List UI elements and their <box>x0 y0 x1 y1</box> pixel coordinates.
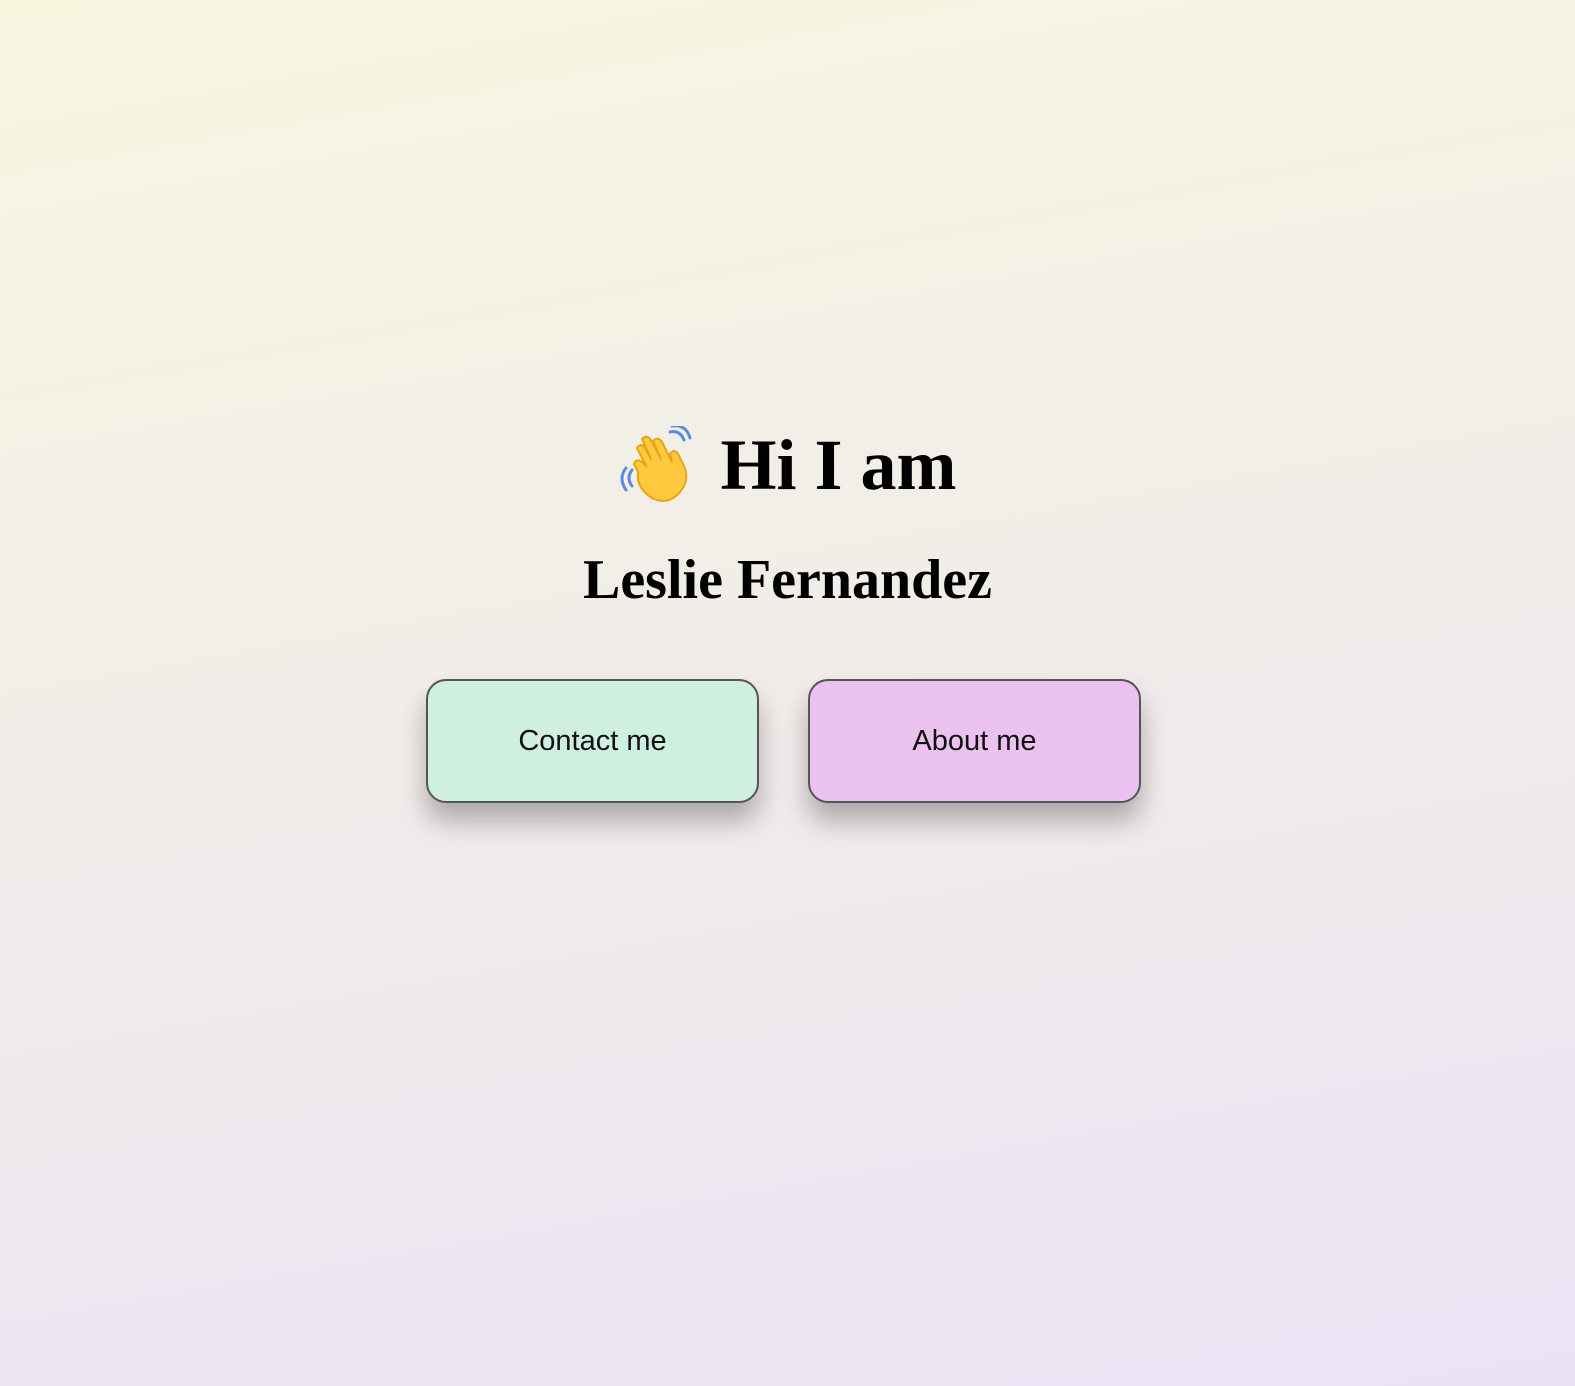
name-heading: Leslie Fernandez <box>582 549 993 611</box>
about-me-button[interactable]: About me <box>808 679 1141 803</box>
greeting-text: Hi I am <box>720 425 957 505</box>
about-me-label: About me <box>912 724 1037 757</box>
greeting-heading: Hi I am <box>0 420 1575 510</box>
button-row: Contact me About me <box>426 679 1144 807</box>
contact-me-label: Contact me <box>518 724 667 757</box>
waving-hand-icon <box>618 424 696 504</box>
hero-section: Hi I am Leslie Fernandez Contact me Abou… <box>0 0 1575 1386</box>
contact-me-button[interactable]: Contact me <box>426 679 759 803</box>
